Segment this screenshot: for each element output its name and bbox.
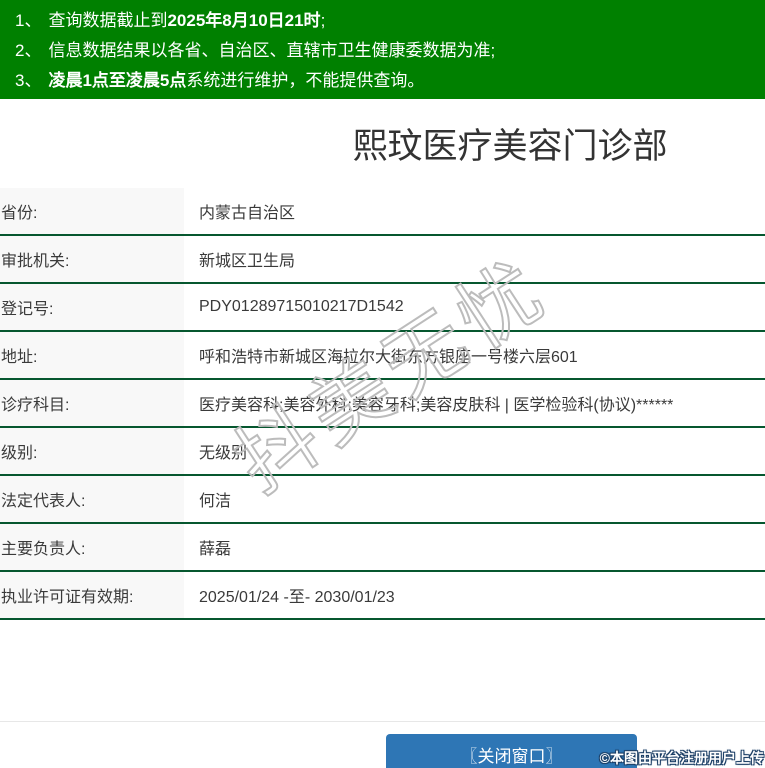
table-row: 省份: 内蒙古自治区	[0, 188, 765, 236]
table-row: 级别: 无级别	[0, 428, 765, 476]
notice-number: 1、	[15, 11, 41, 30]
field-value: 无级别	[184, 428, 765, 474]
footer-divider	[0, 721, 765, 722]
notice-text: ;	[321, 11, 326, 30]
field-label: 法定代表人:	[0, 476, 184, 522]
page: 1、查询数据截止到2025年8月10日21时; 2、信息数据结果以各省、自治区、…	[0, 0, 765, 768]
field-value: 医疗美容科;美容外科;美容牙科;美容皮肤科 | 医学检验科(协议)******	[184, 380, 765, 426]
notice-number: 2、	[15, 41, 41, 60]
info-table: 省份: 内蒙古自治区 审批机关: 新城区卫生局 登记号: PDY01289715…	[0, 188, 765, 620]
notice-line: 3、凌晨1点至凌晨5点系统进行维护，不能提供查询。	[15, 66, 765, 96]
field-label: 诊疗科目:	[0, 380, 184, 426]
field-label: 执业许可证有效期:	[0, 572, 184, 618]
notice-number: 3、	[15, 71, 41, 90]
table-row: 诊疗科目: 医疗美容科;美容外科;美容牙科;美容皮肤科 | 医学检验科(协议)*…	[0, 380, 765, 428]
field-value: 2025/01/24 -至- 2030/01/23	[184, 572, 765, 618]
field-value: 内蒙古自治区	[184, 188, 765, 234]
field-label: 登记号:	[0, 284, 184, 330]
table-row: 执业许可证有效期: 2025/01/24 -至- 2030/01/23	[0, 572, 765, 620]
table-row: 审批机关: 新城区卫生局	[0, 236, 765, 284]
notice-text: 信息数据结果以各省、自治区、直辖市卫生健康委数据为准;	[48, 41, 495, 60]
copyright-watermark: ©本图由平台注册用户上传	[600, 748, 764, 768]
notice-line: 2、信息数据结果以各省、自治区、直辖市卫生健康委数据为准;	[15, 36, 765, 66]
field-label: 省份:	[0, 188, 184, 234]
table-row: 主要负责人: 薛磊	[0, 524, 765, 572]
field-value: 薛磊	[184, 524, 765, 570]
table-row: 地址: 呼和浩特市新城区海拉尔大街东方银座一号楼六层601	[0, 332, 765, 380]
table-row: 法定代表人: 何洁	[0, 476, 765, 524]
table-row: 登记号: PDY01289715010217D1542	[0, 284, 765, 332]
field-value: 何洁	[184, 476, 765, 522]
field-value: PDY01289715010217D1542	[184, 284, 765, 330]
notice-bar: 1、查询数据截止到2025年8月10日21时; 2、信息数据结果以各省、自治区、…	[0, 0, 765, 99]
notice-text-bold: 凌晨1点至凌晨5点	[48, 71, 186, 90]
field-label: 主要负责人:	[0, 524, 184, 570]
notice-text-bold: 2025年8月10日21时	[167, 11, 320, 30]
field-label: 地址:	[0, 332, 184, 378]
field-label: 审批机关:	[0, 236, 184, 282]
page-title: 熙玟医疗美容门诊部	[0, 124, 765, 170]
notice-text: 查询数据截止到	[48, 11, 167, 30]
notice-text: 系统进行维护，不能提供查询。	[186, 71, 424, 90]
notice-line: 1、查询数据截止到2025年8月10日21时;	[15, 6, 765, 36]
field-label: 级别:	[0, 428, 184, 474]
field-value: 新城区卫生局	[184, 236, 765, 282]
field-value: 呼和浩特市新城区海拉尔大街东方银座一号楼六层601	[184, 332, 765, 378]
